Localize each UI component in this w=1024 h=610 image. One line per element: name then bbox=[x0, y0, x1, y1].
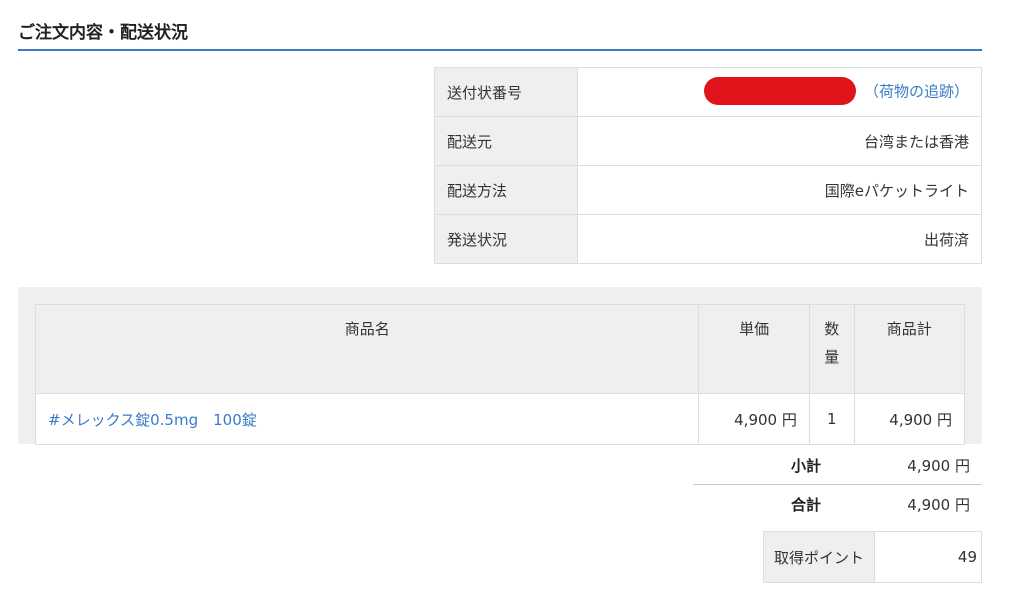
column-header-total: 商品計 bbox=[853, 304, 966, 394]
status-value: 出荷済 bbox=[577, 214, 982, 264]
method-value: 国際eパケットライト bbox=[577, 165, 982, 215]
points-table: 取得ポイント 49 bbox=[763, 531, 982, 583]
subtotal-label: 小計 bbox=[693, 446, 859, 485]
shipping-info-table: 送付状番号 （荷物の追跡） 配送元 台湾または香港 配送方法 国際eパケットライ… bbox=[434, 67, 982, 264]
qty-header-line2: 量 bbox=[824, 348, 840, 366]
origin-value: 台湾または香港 bbox=[577, 116, 982, 166]
tracking-label: 送付状番号 bbox=[434, 67, 578, 117]
product-price: 4,900 円 bbox=[698, 393, 810, 445]
method-row: 配送方法 国際eパケットライト bbox=[434, 165, 982, 215]
column-header-price: 単価 bbox=[698, 304, 810, 394]
qty-header-line1: 数 bbox=[824, 320, 840, 338]
total-value: 4,900 円 bbox=[907, 495, 970, 514]
tracking-row: 送付状番号 （荷物の追跡） bbox=[434, 67, 982, 117]
product-name-cell: #メレックス錠0.5mg 100錠 bbox=[34, 393, 700, 445]
product-link[interactable]: #メレックス錠0.5mg 100錠 bbox=[48, 411, 257, 429]
page-title: ご注文内容・配送状況 bbox=[18, 18, 982, 51]
total-row: 合計 4,900 円 bbox=[693, 485, 982, 524]
subtotal-value: 4,900 円 bbox=[859, 446, 982, 485]
product-table-header: 商品名 単価 数量 商品計 bbox=[34, 304, 966, 394]
total-label: 合計 bbox=[790, 495, 821, 514]
product-qty: 1 bbox=[808, 393, 855, 445]
product-panel: 商品名 単価 数量 商品計 #メレックス錠0.5mg 100錠 4,900 円 … bbox=[18, 287, 982, 445]
status-row: 発送状況 出荷済 bbox=[434, 214, 982, 264]
product-total: 4,900 円 bbox=[853, 393, 966, 445]
column-header-qty: 数量 bbox=[808, 304, 855, 394]
product-table: 商品名 単価 数量 商品計 #メレックス錠0.5mg 100錠 4,900 円 … bbox=[34, 304, 966, 445]
points-label: 取得ポイント bbox=[763, 531, 875, 583]
method-label: 配送方法 bbox=[434, 165, 578, 215]
totals-table: 小計 4,900 円 合計 4,900 円 bbox=[693, 446, 982, 523]
points-row: 取得ポイント 49 bbox=[763, 531, 982, 583]
column-header-name: 商品名 bbox=[34, 304, 700, 394]
subtotal-row: 小計 4,900 円 bbox=[693, 446, 982, 485]
origin-row: 配送元 台湾または香港 bbox=[434, 116, 982, 166]
table-row: #メレックス錠0.5mg 100錠 4,900 円 1 4,900 円 bbox=[34, 393, 966, 445]
redacted-tracking-number bbox=[703, 77, 856, 105]
origin-label: 配送元 bbox=[434, 116, 578, 166]
points-value: 49 bbox=[874, 531, 982, 583]
tracking-value: （荷物の追跡） bbox=[577, 67, 982, 117]
status-label: 発送状況 bbox=[434, 214, 578, 264]
track-package-link[interactable]: （荷物の追跡） bbox=[864, 83, 969, 101]
